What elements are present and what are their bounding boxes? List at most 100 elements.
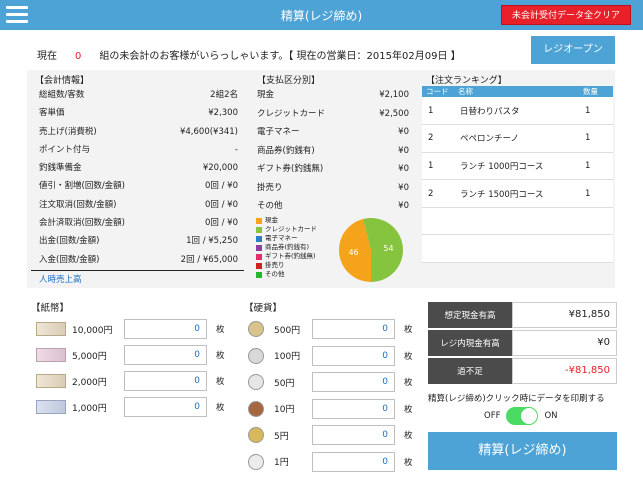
settle-button[interactable]: 精算(レジ締め) bbox=[428, 432, 617, 470]
coin-count-input[interactable]: 0 bbox=[312, 451, 395, 472]
account-row-value: 2組2名 bbox=[210, 90, 238, 100]
status-message: 組の未会計のお客様がいらっしゃいます。【 現在の営業日：2015年02月09日 … bbox=[99, 51, 461, 62]
ranking-qty: 1 bbox=[579, 124, 613, 153]
payment-legend: 現金 クレジットカード 電子マネー 商品券(釣銭有) ギフト券(釣銭無) 掛売り その他 bbox=[256, 216, 317, 279]
expected-cash-row: 想定現金有高 ¥81,850 bbox=[428, 302, 617, 328]
payment-row-label: 現金 bbox=[257, 90, 275, 100]
legend-item: クレジットカード bbox=[256, 225, 317, 234]
account-row-value: 0回 / ¥0 bbox=[205, 181, 238, 192]
payment-row-value: ¥2,500 bbox=[379, 108, 409, 119]
account-row-label: ポイント付与 bbox=[39, 144, 91, 155]
banknote-icon bbox=[36, 322, 66, 336]
legend-item: 現金 bbox=[256, 216, 317, 225]
payment-row-value: ¥0 bbox=[398, 201, 409, 211]
ranking-name: ランチ 1000円コース bbox=[454, 152, 579, 181]
coin-row: 10円 0 枚 bbox=[248, 398, 413, 420]
payment-row-label: 電子マネー bbox=[257, 127, 300, 137]
coin-icon bbox=[248, 321, 264, 337]
register-open-button[interactable]: レジオープン bbox=[531, 36, 615, 64]
ranking-code: 2 bbox=[422, 179, 454, 208]
ranking-empty-row bbox=[422, 207, 613, 236]
pie-slice-credit-label: 54 bbox=[383, 244, 393, 253]
coin-denomination: 10円 bbox=[274, 405, 295, 415]
diff-value: -¥81,850 bbox=[512, 358, 617, 384]
coin-icon bbox=[248, 347, 264, 364]
print-toggle-group: OFF ON bbox=[484, 407, 558, 425]
account-row: 客単価 ¥2,300 bbox=[31, 104, 244, 122]
coin-icon bbox=[248, 453, 264, 470]
legend-label: クレジットカード bbox=[265, 225, 317, 233]
payment-row: ギフト券(釣銭無) ¥0 bbox=[253, 160, 411, 179]
ranking-name: ランチ 1500円コース bbox=[454, 179, 579, 208]
legend-item: 掛売り bbox=[256, 261, 317, 270]
account-row: 総組数/客数 2組2名 bbox=[31, 86, 244, 104]
coin-count-input[interactable]: 0 bbox=[312, 345, 395, 366]
account-row: 売上げ(消費税) ¥4,600(¥341) bbox=[31, 123, 244, 141]
col-qty: 数量 bbox=[579, 86, 613, 97]
account-row: 会計済取消(回数/金額) 0回 / ¥0 bbox=[31, 214, 244, 232]
toggle-knob bbox=[521, 408, 538, 424]
ranking-row[interactable]: 1 日替わりパスタ 1 bbox=[422, 97, 613, 126]
coin-icon bbox=[248, 427, 264, 443]
ranking-row[interactable]: 1 ランチ 1000円コース 1 bbox=[422, 152, 613, 181]
coin-icon bbox=[248, 374, 264, 390]
account-row-label: 入金(回数/金額) bbox=[39, 254, 100, 265]
coin-count-input[interactable]: 0 bbox=[312, 425, 395, 445]
ranking-row[interactable]: 2 ペペロンチーノ 1 bbox=[422, 124, 613, 153]
print-toggle[interactable] bbox=[506, 407, 539, 425]
coin-row: 500円 0 枚 bbox=[248, 318, 413, 340]
coin-unit: 枚 bbox=[404, 404, 413, 415]
bill-count-input[interactable]: 0 bbox=[124, 319, 207, 339]
legend-label: ギフト券(釣銭無) bbox=[265, 252, 316, 260]
diff-row: 過不足 -¥81,850 bbox=[428, 358, 617, 384]
bill-count-input[interactable]: 0 bbox=[124, 371, 207, 391]
bill-denomination: 5,000円 bbox=[72, 351, 107, 362]
payment-title: 【支払区分別】 bbox=[257, 76, 321, 86]
coin-denomination: 100円 bbox=[274, 352, 301, 362]
legend-swatch bbox=[256, 262, 262, 269]
ranking-qty: 1 bbox=[579, 152, 613, 181]
coin-unit: 枚 bbox=[404, 351, 413, 362]
payment-row-label: その他 bbox=[257, 201, 283, 211]
toggle-off-label: OFF bbox=[484, 411, 501, 421]
coin-unit: 枚 bbox=[404, 457, 413, 468]
payment-row-value: ¥0 bbox=[398, 127, 409, 137]
bill-denomination: 2,000円 bbox=[72, 377, 107, 388]
clear-pending-data-button[interactable]: 未会計受付データ全クリア bbox=[500, 5, 631, 25]
coin-denomination: 50円 bbox=[274, 378, 295, 389]
account-row-label: 注文取消(回数/金額) bbox=[39, 199, 117, 210]
legend-item: その他 bbox=[256, 270, 317, 279]
account-row-value: ¥2,300 bbox=[208, 108, 238, 119]
coin-icon bbox=[248, 400, 264, 417]
payment-pie-chart: 46 54 bbox=[339, 218, 403, 282]
ranking-row[interactable]: 2 ランチ 1500円コース 1 bbox=[422, 179, 613, 208]
payment-row-label: ギフト券(釣銭無) bbox=[257, 164, 324, 174]
payment-row: 商品券(釣銭有) ¥0 bbox=[253, 142, 411, 161]
account-row-label: 釣銭準備金 bbox=[39, 163, 82, 174]
coin-count-input[interactable]: 0 bbox=[312, 372, 395, 392]
bill-count-input[interactable]: 0 bbox=[124, 397, 207, 417]
payment-row-label: クレジットカード bbox=[257, 108, 326, 119]
account-row-label: 出金(回数/金額) bbox=[39, 236, 100, 247]
coin-unit: 枚 bbox=[404, 325, 413, 335]
coin-unit: 枚 bbox=[404, 431, 413, 441]
account-row-value: - bbox=[234, 144, 238, 155]
account-row-value: 0回 / ¥0 bbox=[205, 218, 238, 229]
ranking-qty: 1 bbox=[579, 97, 613, 126]
payment-row-value: ¥0 bbox=[398, 182, 409, 193]
cash-summary: 想定現金有高 ¥81,850 レジ内現金有高 ¥0 過不足 -¥81,850 bbox=[428, 302, 617, 386]
ranking-code: 1 bbox=[422, 152, 454, 181]
coin-count-input[interactable]: 0 bbox=[312, 319, 395, 339]
payment-section: 【支払区分別】 現金 ¥2,100 クレジットカード ¥2,500 電子マネー ¥0 商品券… bbox=[253, 70, 411, 216]
bill-row: 2,000円 0 枚 bbox=[36, 370, 225, 392]
coin-row: 50円 0 枚 bbox=[248, 371, 413, 393]
bill-count-input[interactable]: 0 bbox=[124, 345, 207, 365]
coin-count-input[interactable]: 0 bbox=[312, 398, 395, 419]
account-row: 入金(回数/金額) 2回 / ¥65,000 bbox=[31, 251, 244, 269]
account-row: 値引・割増(回数/金額) 0回 / ¥0 bbox=[31, 177, 244, 195]
payment-row-label: 商品券(釣銭有) bbox=[257, 145, 315, 156]
account-row-value: ¥20,000 bbox=[202, 163, 238, 174]
coin-denomination: 1円 bbox=[274, 458, 289, 468]
account-row-value: ¥4,600(¥341) bbox=[179, 126, 238, 137]
hourly-sales-link[interactable]: 人時売上高 bbox=[31, 269, 244, 288]
